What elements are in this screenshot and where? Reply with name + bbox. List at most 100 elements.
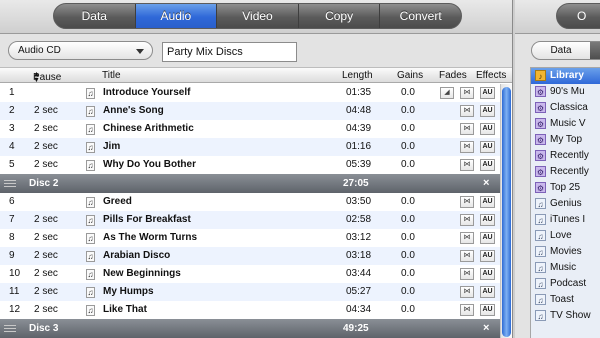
scrollbar-thumb[interactable] [502, 87, 511, 337]
track-title[interactable]: Introduce Yourself [103, 84, 190, 102]
effects-au-button[interactable]: AU [480, 268, 495, 280]
effects-au-button[interactable]: AU [480, 250, 495, 262]
track-gain[interactable]: 0.0 [401, 229, 415, 247]
track-title[interactable]: As The Worm Turns [103, 229, 197, 247]
track-pause[interactable]: 2 sec [34, 265, 58, 283]
crossfade-icon[interactable]: ⋈ [460, 268, 474, 280]
library-item[interactable]: ♫ TV Show [531, 308, 600, 324]
crossfade-icon[interactable]: ⋈ [460, 250, 474, 262]
library-item[interactable]: ♫ Love [531, 228, 600, 244]
library-item[interactable]: ♫ Movies [531, 244, 600, 260]
disc-separator[interactable]: Disc 2 27:05 × [0, 174, 500, 193]
crossfade-icon[interactable]: ⋈ [460, 304, 474, 316]
crossfade-icon[interactable]: ⋈ [460, 159, 474, 171]
effects-au-button[interactable]: AU [480, 232, 495, 244]
track-gain[interactable]: 0.0 [401, 84, 415, 102]
track-row[interactable]: 1 ♫ Introduce Yourself 01:35 0.0 ◢ ⋈ AU [0, 84, 500, 102]
effects-au-button[interactable]: AU [480, 196, 495, 208]
column-length[interactable]: Length [342, 70, 373, 81]
effects-au-button[interactable]: AU [480, 286, 495, 298]
track-row[interactable]: 3 2 sec ♫ Chinese Arithmetic 04:39 0.0 ⋈ AU [0, 120, 500, 138]
track-pause[interactable]: 2 sec [34, 156, 58, 174]
library-item[interactable]: ⚙ 90's Mu [531, 84, 600, 100]
track-row[interactable]: 10 2 sec ♫ New Beginnings 03:44 0.0 ⋈ AU [0, 265, 500, 283]
segment-data[interactable]: Data [532, 42, 590, 59]
tab-audio[interactable]: Audio [134, 4, 217, 28]
crossfade-icon[interactable]: ⋈ [460, 286, 474, 298]
column-title[interactable]: Title [102, 70, 121, 81]
column-effects[interactable]: Effects [476, 70, 506, 81]
track-row[interactable]: 6 ♫ Greed 03:50 0.0 ⋈ AU [0, 193, 500, 211]
track-gain[interactable]: 0.0 [401, 211, 415, 229]
effects-au-button[interactable]: AU [480, 141, 495, 153]
track-pause[interactable]: 2 sec [34, 138, 58, 156]
library-item[interactable]: ⚙ Recently [531, 164, 600, 180]
disc-name-input[interactable] [162, 42, 297, 62]
crossfade-icon[interactable]: ⋈ [460, 105, 474, 117]
track-pause[interactable]: 2 sec [34, 301, 58, 319]
track-gain[interactable]: 0.0 [401, 247, 415, 265]
track-title[interactable]: New Beginnings [103, 265, 181, 283]
drag-handle-icon[interactable] [4, 180, 16, 187]
track-row[interactable]: 5 2 sec ♫ Why Do You Bother 05:39 0.0 ⋈ AU [0, 156, 500, 174]
track-row[interactable]: 9 2 sec ♫ Arabian Disco 03:18 0.0 ⋈ AU [0, 247, 500, 265]
track-gain[interactable]: 0.0 [401, 120, 415, 138]
library-item[interactable]: ♫ Podcast [531, 276, 600, 292]
track-pause[interactable]: 2 sec [34, 120, 58, 138]
track-title[interactable]: Arabian Disco [103, 247, 170, 265]
column-fades[interactable]: Fades [439, 70, 467, 81]
crossfade-icon[interactable]: ⋈ [460, 232, 474, 244]
track-pause[interactable]: 2 sec [34, 211, 58, 229]
library-item[interactable]: ♫ Music [531, 260, 600, 276]
track-row[interactable]: 8 2 sec ♫ As The Worm Turns 03:12 0.0 ⋈ AU [0, 229, 500, 247]
track-gain[interactable]: 0.0 [401, 283, 415, 301]
track-pause[interactable]: 2 sec [34, 102, 58, 120]
tab-copy[interactable]: Copy [297, 4, 380, 28]
library-item[interactable]: ⚙ Top 25 [531, 180, 600, 196]
library-item[interactable]: ♪ Library [531, 68, 600, 84]
track-pause[interactable]: 2 sec [34, 283, 58, 301]
crossfade-icon[interactable]: ⋈ [460, 214, 474, 226]
library-item[interactable]: ♫ Toast [531, 292, 600, 308]
library-item[interactable]: ♫ iTunes I [531, 212, 600, 228]
library-item[interactable]: ⚙ My Top [531, 132, 600, 148]
track-title[interactable]: Jim [103, 138, 120, 156]
track-title[interactable]: Why Do You Bother [103, 156, 196, 174]
track-row[interactable]: 2 2 sec ♫ Anne's Song 04:48 0.0 ⋈ AU [0, 102, 500, 120]
column-gains[interactable]: Gains [397, 70, 423, 81]
effects-au-button[interactable]: AU [480, 123, 495, 135]
effects-au-button[interactable]: AU [480, 304, 495, 316]
right-tab[interactable]: O [556, 3, 600, 29]
drag-handle-icon[interactable] [4, 325, 16, 332]
library-item[interactable]: ♫ Genius [531, 196, 600, 212]
track-title[interactable]: My Humps [103, 283, 154, 301]
crossfade-icon[interactable]: ⋈ [460, 196, 474, 208]
disc-separator[interactable]: Disc 3 49:25 × [0, 319, 500, 338]
remove-disc-icon[interactable]: × [483, 319, 489, 338]
library-item[interactable]: ⚙ Recently [531, 148, 600, 164]
track-pause[interactable]: 2 sec [34, 229, 58, 247]
track-title[interactable]: Greed [103, 193, 132, 211]
track-row[interactable]: 12 2 sec ♫ Like That 04:34 0.0 ⋈ AU [0, 301, 500, 319]
track-title[interactable]: Chinese Arithmetic [103, 120, 194, 138]
tab-convert[interactable]: Convert [379, 4, 461, 28]
fade-in-icon[interactable]: ◢ [440, 87, 454, 99]
track-pause[interactable]: 2 sec [34, 247, 58, 265]
track-title[interactable]: Anne's Song [103, 102, 164, 120]
vertical-scrollbar[interactable] [500, 84, 512, 338]
disc-type-select[interactable]: Audio CD [8, 41, 153, 60]
crossfade-icon[interactable]: ⋈ [460, 87, 474, 99]
track-gain[interactable]: 0.0 [401, 102, 415, 120]
track-title[interactable]: Pills For Breakfast [103, 211, 191, 229]
track-row[interactable]: 7 2 sec ♫ Pills For Breakfast 02:58 0.0 ⋈ AU [0, 211, 500, 229]
effects-au-button[interactable]: AU [480, 87, 495, 99]
track-gain[interactable]: 0.0 [401, 138, 415, 156]
remove-disc-icon[interactable]: × [483, 174, 489, 193]
crossfade-icon[interactable]: ⋈ [460, 123, 474, 135]
track-gain[interactable]: 0.0 [401, 265, 415, 283]
effects-au-button[interactable]: AU [480, 105, 495, 117]
track-title[interactable]: Like That [103, 301, 147, 319]
library-item[interactable]: ⚙ Classica [531, 100, 600, 116]
track-gain[interactable]: 0.0 [401, 156, 415, 174]
tab-video[interactable]: Video [216, 4, 298, 28]
